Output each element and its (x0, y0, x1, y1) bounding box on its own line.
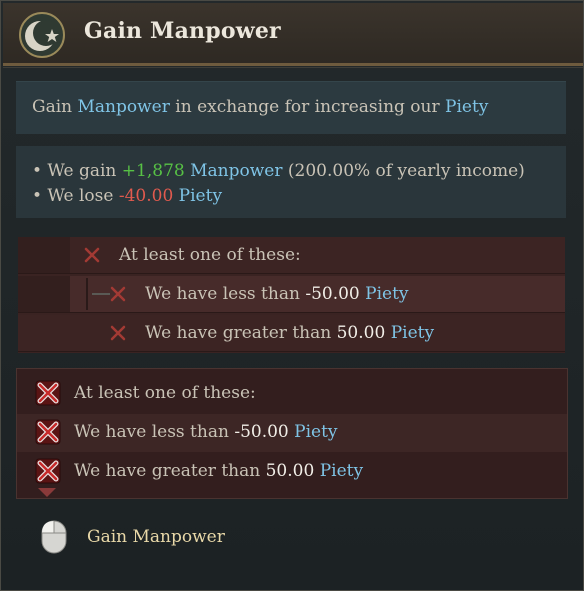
cross-box-icon (35, 419, 61, 445)
cross-icon (110, 286, 126, 302)
requirement-row: We have less than -50.00 Piety (18, 276, 565, 313)
header-divider (3, 67, 583, 68)
requirement-header: At least one of these: (119, 245, 301, 265)
piety-link[interactable]: Piety (391, 323, 434, 343)
requirement-row: We have greater than 50.00 Piety (17, 453, 567, 491)
tooltip-title: Gain Manpower (84, 18, 281, 44)
requirement-text: We have greater than 50.00 Piety (74, 461, 364, 481)
requirement-text: We have less than -50.00 Piety (145, 284, 409, 304)
cross-icon (84, 247, 100, 263)
requirement-text: We have less than -50.00 Piety (74, 422, 338, 442)
cross-icon (110, 325, 126, 341)
left-mouse-icon (41, 520, 67, 554)
cross-box-icon (35, 458, 61, 484)
requirement-header-row: At least one of these: (17, 375, 567, 413)
indent-spacer (18, 237, 70, 273)
effect-line-gain: • We gain +1,878 Manpower (200.00% of ye… (32, 161, 525, 181)
effect-amount: +1,878 (121, 161, 185, 181)
requirement-row: We have less than -50.00 Piety (17, 414, 567, 452)
action-hint-label: Gain Manpower (87, 527, 225, 547)
tooltip-header: Gain Manpower (3, 3, 583, 66)
crescent-star-icon (19, 12, 65, 58)
piety-link[interactable]: Piety (294, 422, 337, 442)
piety-link[interactable]: Piety (445, 97, 488, 117)
expand-arrow-icon[interactable] (38, 488, 56, 497)
requirement-header: At least one of these: (74, 383, 256, 403)
tree-connector (86, 278, 88, 310)
description-text: Gain Manpower in exchange for increasing… (32, 97, 489, 117)
tree-connector (92, 293, 110, 295)
tooltip-panel: Gain Manpower Gain Manpower in exchange … (0, 0, 584, 591)
requirement-row: We have greater than 50.00 Piety (18, 315, 565, 352)
indent-spacer (18, 276, 70, 312)
manpower-link[interactable]: Manpower (190, 161, 282, 181)
requirement-text: We have greater than 50.00 Piety (145, 323, 435, 343)
requirements-box: At least one of these: We have less than… (16, 368, 568, 499)
manpower-link[interactable]: Manpower (78, 97, 170, 117)
description-box: Gain Manpower in exchange for increasing… (16, 81, 566, 134)
cross-box-icon (35, 380, 61, 406)
piety-link[interactable]: Piety (365, 284, 408, 304)
effect-amount: -40.00 (118, 186, 174, 206)
effects-box: • We gain +1,878 Manpower (200.00% of ye… (16, 146, 566, 218)
requirement-header-row: At least one of these: (18, 237, 565, 274)
piety-link[interactable]: Piety (179, 186, 222, 206)
piety-link[interactable]: Piety (320, 461, 363, 481)
effect-line-lose: • We lose -40.00 Piety (32, 186, 223, 206)
requirements-list: At least one of these: We have less than… (18, 237, 565, 353)
